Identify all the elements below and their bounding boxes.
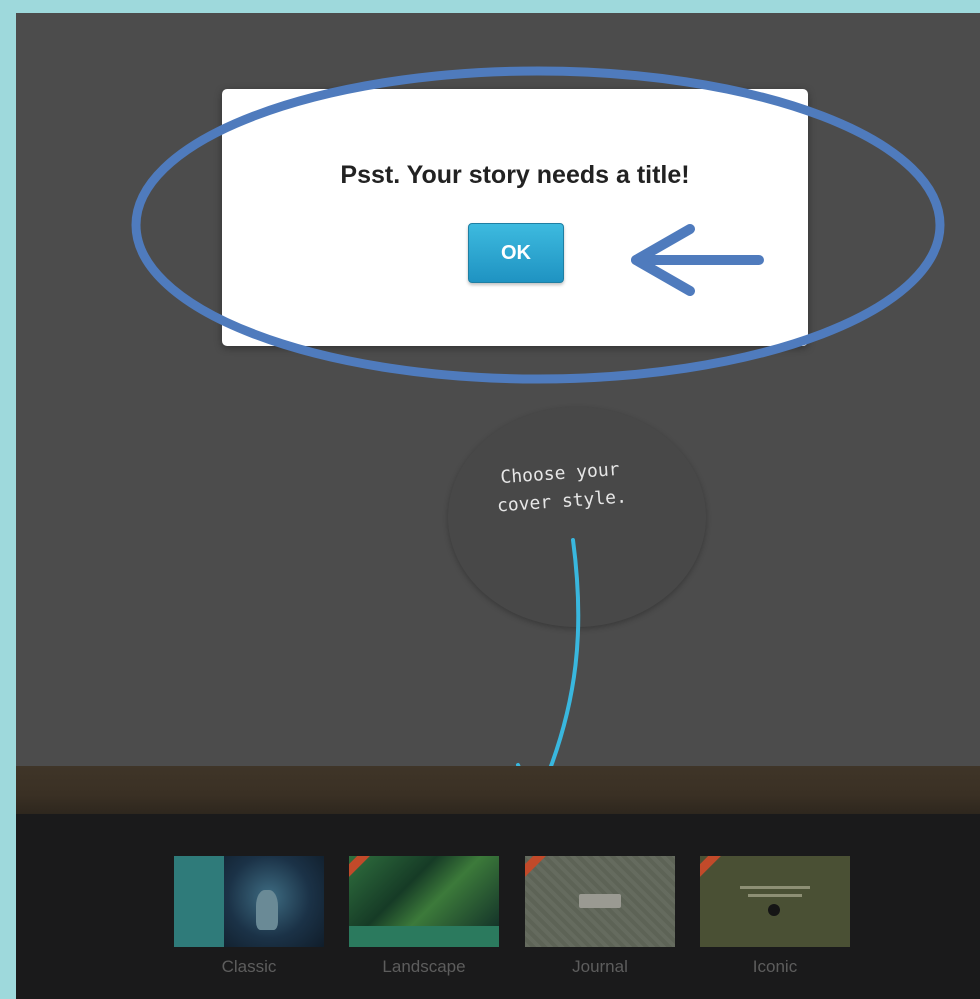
corner-ribbon-icon	[700, 856, 724, 882]
cover-style-classic[interactable]: Classic	[174, 856, 324, 977]
cover-style-journal[interactable]: Journal	[525, 856, 675, 977]
cover-label-journal: Journal	[572, 957, 628, 976]
cover-thumbnail-landscape[interactable]	[349, 856, 499, 947]
alert-dialog: Psst. Your story needs a title! OK	[222, 89, 808, 346]
dialog-message: Psst. Your story needs a title!	[340, 161, 690, 189]
cover-thumbnail-journal[interactable]	[525, 856, 675, 947]
iconic-mini-text	[748, 894, 802, 897]
cover-thumbnail-iconic[interactable]	[700, 856, 850, 947]
cover-label-classic: Classic	[221, 957, 277, 976]
cover-label-iconic: Iconic	[752, 957, 798, 976]
editor-frame: Choose your cover style. Classic Landsca…	[16, 13, 980, 999]
cover-thumbnail-classic[interactable]	[174, 856, 324, 947]
cover-style-iconic[interactable]: Iconic	[700, 856, 850, 977]
iconic-mini-text	[740, 886, 810, 889]
shelf-strip	[16, 766, 980, 814]
landscape-photo	[349, 856, 499, 926]
corner-ribbon-icon	[525, 856, 549, 882]
cover-style-landscape[interactable]: Landscape	[349, 856, 499, 977]
classic-figure	[256, 890, 278, 930]
landscape-strip	[349, 926, 499, 947]
ok-button[interactable]: OK	[468, 223, 564, 283]
iconic-dot-icon	[768, 904, 780, 916]
cover-label-landscape: Landscape	[382, 957, 466, 976]
journal-tag	[579, 894, 621, 908]
